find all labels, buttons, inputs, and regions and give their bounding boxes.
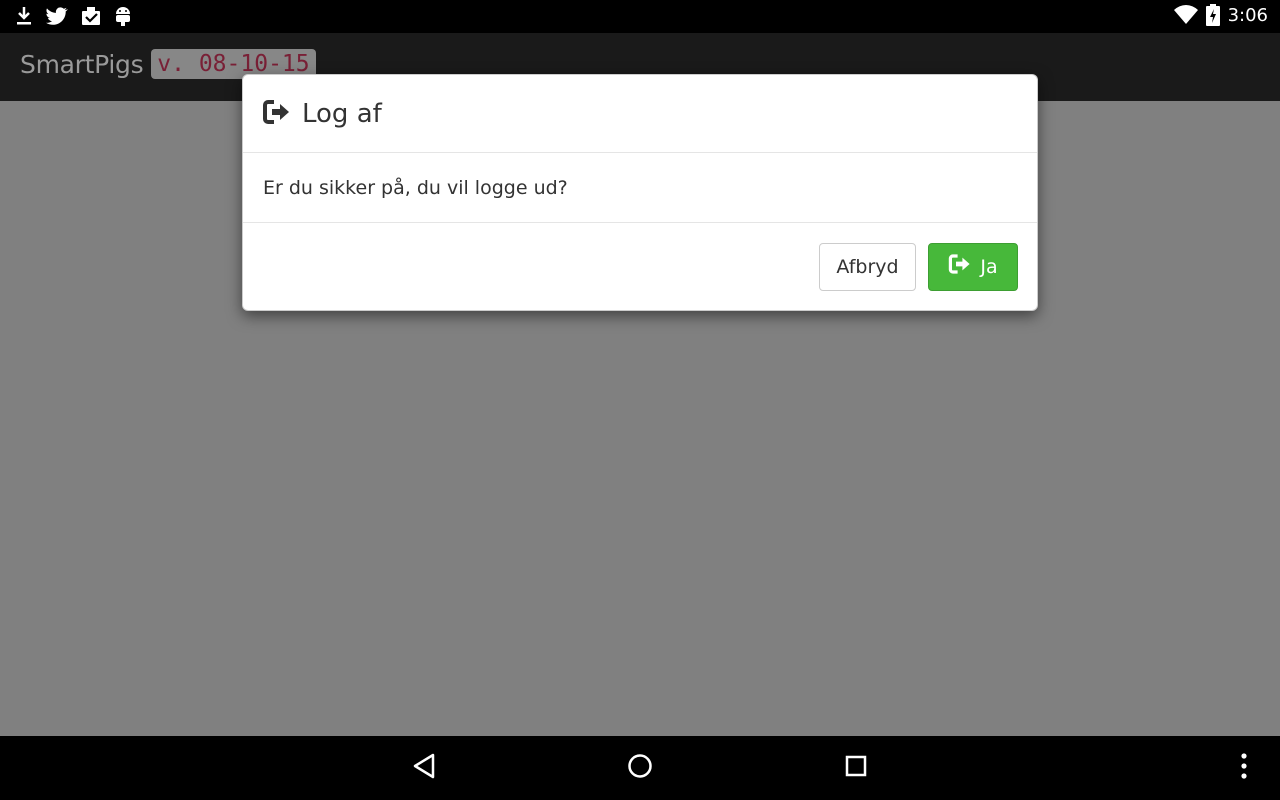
twitter-icon	[46, 7, 68, 25]
back-icon	[411, 752, 437, 784]
home-icon	[626, 752, 654, 784]
status-bar: 3:06	[0, 0, 1280, 33]
recents-button[interactable]	[840, 752, 872, 784]
app-name: SmartPigs	[20, 49, 144, 79]
wifi-icon	[1173, 5, 1198, 25]
confirm-logout-button[interactable]: Ja	[928, 242, 1018, 291]
logout-dialog: Log af Er du sikker på, du vil logge ud?…	[242, 74, 1038, 311]
clock: 3:06	[1227, 4, 1268, 26]
dialog-footer: Afbryd Ja	[243, 223, 1037, 310]
download-icon	[14, 5, 34, 27]
home-button[interactable]	[624, 752, 656, 784]
dialog-body: Er du sikker på, du vil logge ud?	[243, 153, 1037, 223]
recents-icon	[843, 753, 869, 783]
system-status: 3:06	[1173, 4, 1268, 26]
overflow-menu-icon	[1240, 752, 1248, 784]
cancel-button[interactable]: Afbryd	[819, 242, 916, 291]
dialog-header: Log af	[243, 75, 1037, 153]
logout-icon	[262, 99, 292, 129]
confirm-button-label: Ja	[980, 255, 998, 278]
cancel-button-label: Afbryd	[836, 255, 899, 278]
back-button[interactable]	[408, 752, 440, 784]
dialog-message: Er du sikker på, du vil logge ud?	[263, 176, 568, 199]
android-icon	[114, 5, 132, 27]
navigation-bar	[0, 736, 1280, 800]
battery-charging-icon	[1205, 4, 1220, 26]
overflow-menu-button[interactable]	[1228, 752, 1260, 784]
dialog-title: Log af	[302, 98, 382, 129]
screen: 3:06 SmartPigs v. 08-10-15 Log af Er du …	[0, 0, 1280, 800]
logout-icon	[948, 253, 972, 280]
clipboard-check-icon	[80, 6, 102, 26]
notification-icons	[14, 5, 132, 27]
